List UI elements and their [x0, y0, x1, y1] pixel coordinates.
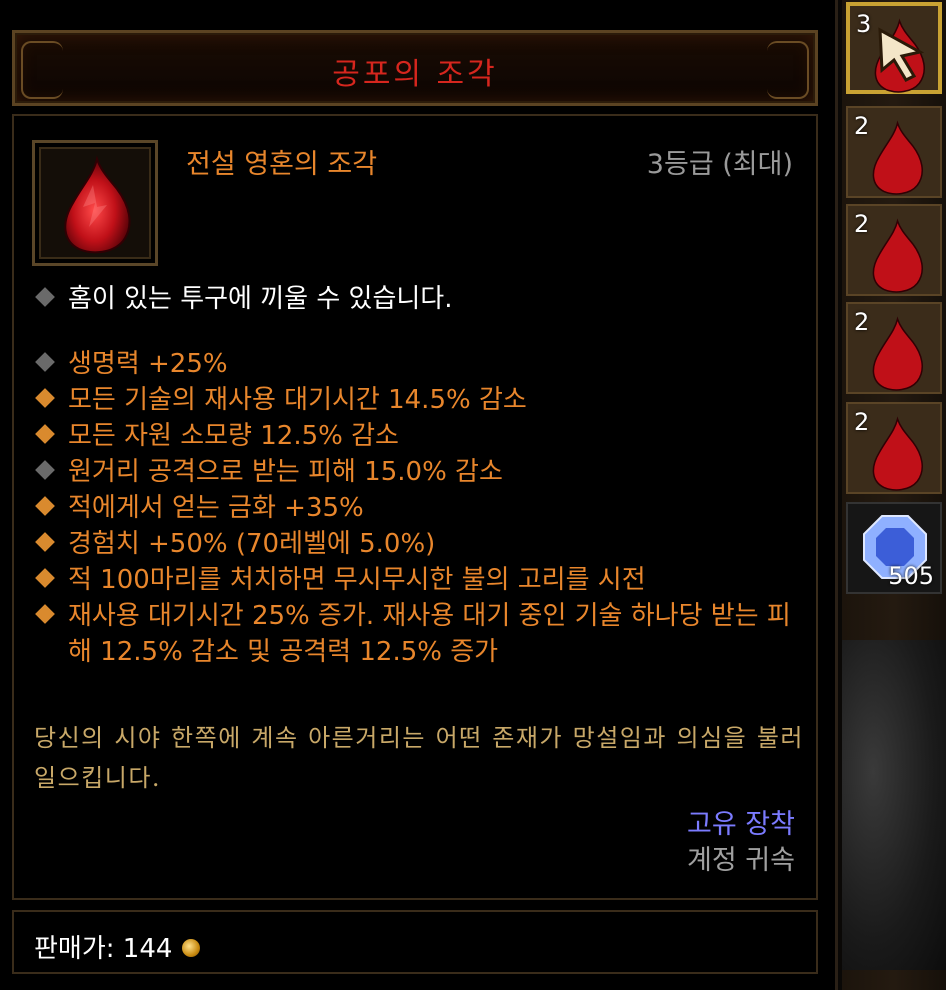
item-tooltip: 공포의 조각 전설 영혼의 조각 3등급 (최대) 홈이 있는 투구에 끼울 수… — [0, 0, 838, 990]
price-label: 판매가: — [34, 934, 115, 964]
diamond-bullet-icon — [35, 351, 55, 372]
socket-text: 홈이 있는 투구에 끼울 수 있습니다. — [68, 284, 453, 314]
sell-price: 판매가: 144 — [34, 928, 201, 965]
background-rock — [842, 640, 946, 970]
inventory-slot[interactable]: 2 — [846, 302, 942, 394]
cursor-icon — [878, 27, 925, 82]
affix-line: 적에게서 얻는 금화 +35% — [35, 490, 818, 526]
affix-line: 원거리 공격으로 받는 피해 15.0% 감소 — [35, 454, 818, 490]
inventory-slot-gems[interactable]: 505 — [846, 502, 942, 594]
shard-icon — [872, 218, 924, 293]
affix-line: 경험치 +50% (70레벨에 5.0%) — [35, 526, 818, 562]
inventory-strip: 3 2 2 2 2 505 — [842, 0, 946, 990]
diamond-bullet-icon — [35, 495, 55, 516]
unique-equip-label: 고유 장착 — [687, 809, 795, 840]
item-type: 전설 영혼의 조각 — [186, 149, 378, 180]
diamond-bullet-icon — [35, 567, 55, 588]
gem-count: 505 — [888, 562, 934, 590]
account-bound-label: 계정 귀속 — [687, 845, 795, 876]
inventory-slot[interactable]: 2 — [846, 204, 942, 296]
price-value: 144 — [122, 934, 173, 964]
inventory-slot[interactable]: 2 — [846, 402, 942, 494]
diamond-bullet-icon — [35, 531, 55, 552]
shard-icon — [872, 120, 924, 195]
affix-line: 모든 기술의 재사용 대기시간 14.5% 감소 — [35, 382, 818, 418]
affix-list: 생명력 +25% 모든 기술의 재사용 대기시간 14.5% 감소 모든 자원 … — [35, 346, 818, 670]
affix-line: 모든 자원 소모량 12.5% 감소 — [35, 418, 818, 454]
item-title: 공포의 조각 — [332, 57, 498, 92]
affix-line: 재사용 대기시간 25% 증가. 재사용 대기 중인 기술 하나당 받는 피해 … — [35, 598, 808, 670]
diamond-bullet-icon — [35, 286, 55, 307]
affix-line: 적 100마리를 처치하면 무시무시한 불의 고리를 시전 — [35, 562, 818, 598]
diamond-bullet-icon — [35, 423, 55, 444]
item-icon-box — [32, 140, 158, 266]
item-rank: 3등급 (최대) — [646, 149, 793, 180]
tooltip-title-frame: 공포의 조각 — [12, 30, 818, 106]
diamond-bullet-icon — [35, 603, 55, 624]
diamond-bullet-icon — [35, 459, 55, 480]
shard-icon — [872, 316, 924, 391]
shard-icon — [64, 155, 131, 254]
gold-coin-icon — [182, 938, 201, 957]
diamond-bullet-icon — [35, 387, 55, 408]
socket-requirement: 홈이 있는 투구에 끼울 수 있습니다. — [35, 278, 453, 315]
shard-icon — [872, 416, 924, 491]
flavor-text: 당신의 시야 한쪽에 계속 아른거리는 어떤 존재가 망설임과 의심을 불러일으… — [34, 724, 804, 792]
affix-line: 생명력 +25% — [35, 346, 818, 382]
inventory-slot[interactable]: 2 — [846, 106, 942, 198]
